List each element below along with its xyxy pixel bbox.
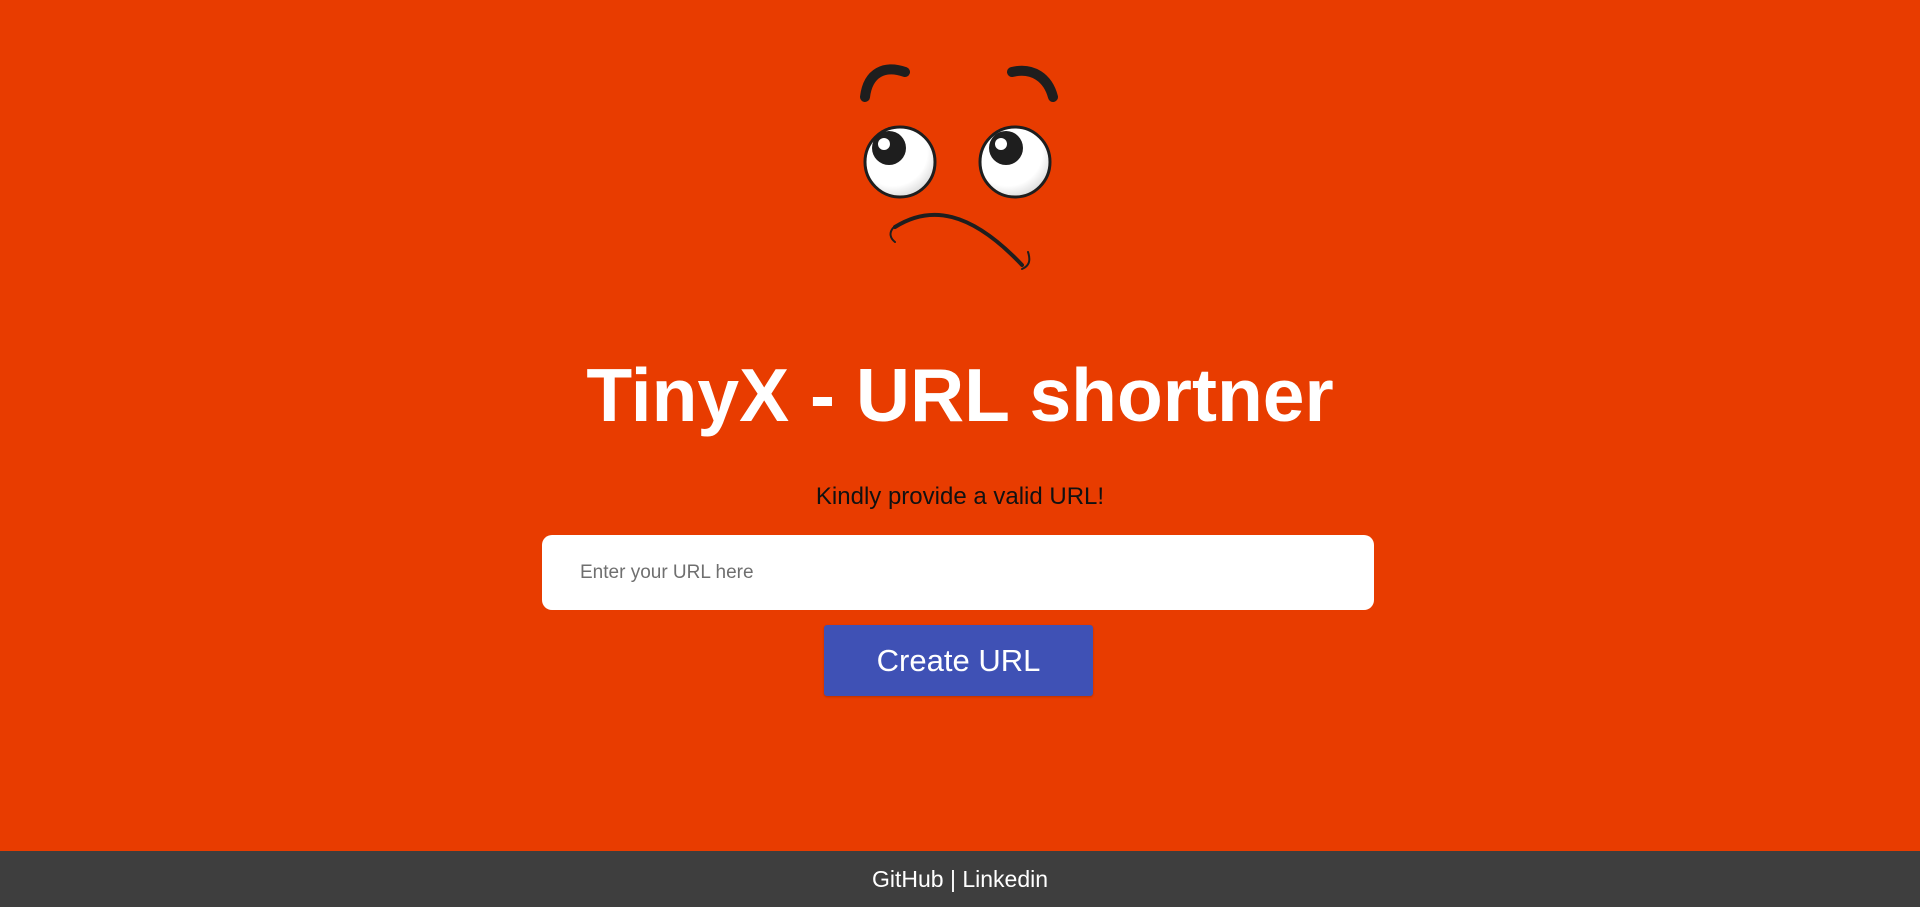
url-input[interactable] [542, 535, 1374, 610]
validation-message: Kindly provide a valid URL! [815, 483, 1105, 510]
linkedin-link[interactable]: Linkedin [962, 866, 1048, 892]
create-url-button[interactable]: Create URL [824, 625, 1093, 696]
github-link[interactable]: GitHub [872, 866, 944, 892]
frown-mouth [893, 212, 1024, 267]
main-section: TinyX - URL shortner Kindly provide a va… [0, 0, 1920, 851]
footer-separator: | [949, 866, 956, 892]
left-eyebrow [860, 64, 910, 102]
footer: GitHub | Linkedin [0, 851, 1920, 907]
page-title: TinyX - URL shortner [586, 353, 1334, 437]
right-eyebrow [1007, 65, 1058, 102]
sad-face-icon [860, 64, 1058, 270]
